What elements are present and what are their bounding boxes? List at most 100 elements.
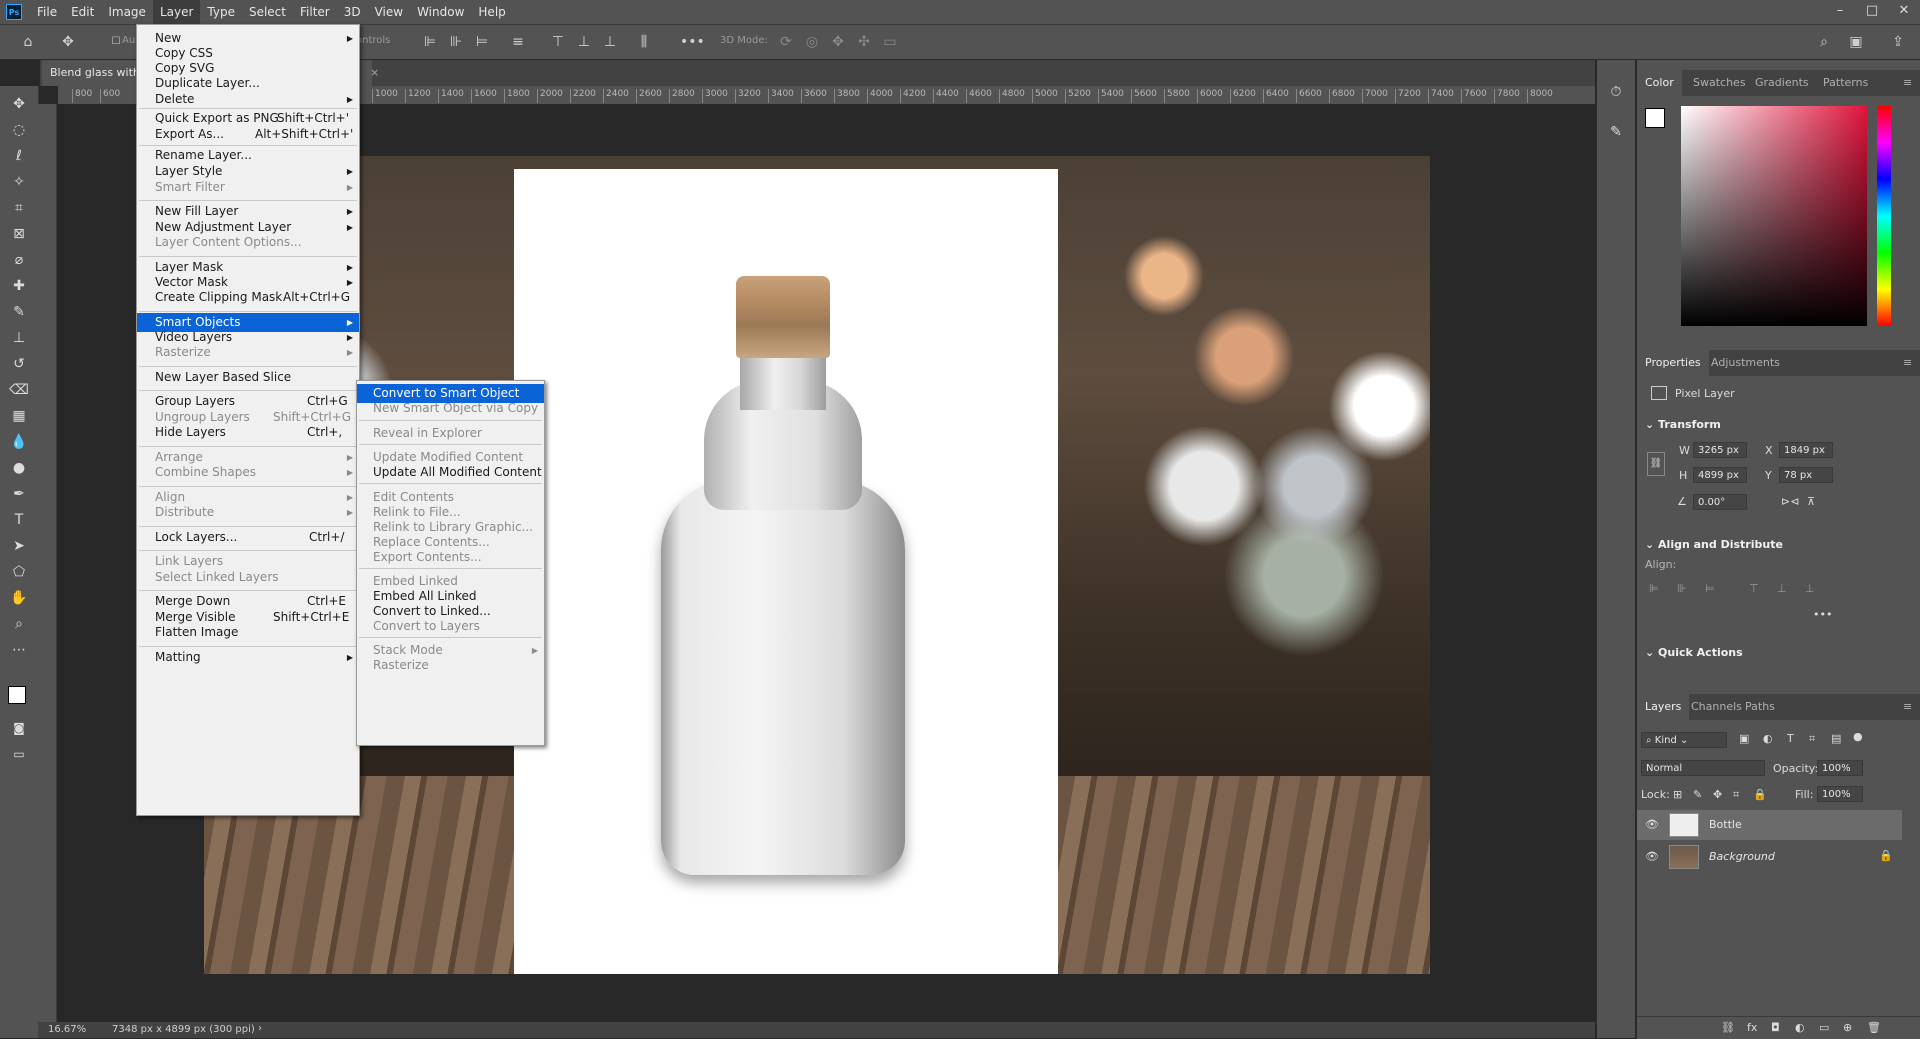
frame-tool-icon[interactable]: ⊠ [9,224,29,244]
align-left-edges-icon[interactable]: ⊫ [422,34,438,50]
panel-menu-icon[interactable]: ≡ [1895,70,1920,96]
filter-pixel-icon[interactable]: ▣ [1739,732,1749,745]
align-vertical-centers-icon[interactable]: ⊥ [576,34,592,50]
menu-file[interactable]: File [30,0,64,24]
tab-swatches[interactable]: Swatches [1685,70,1754,96]
section-toggle-transform[interactable]: ⌄ Transform [1645,418,1721,431]
distribute-icon[interactable]: ≡ [510,34,526,50]
crop-tool-icon[interactable]: ⌗ [9,198,29,218]
smart-objects-menu-item[interactable]: Export Contents... [357,548,544,567]
panel-menu-icon[interactable]: ≡ [1895,350,1920,376]
link-layers-icon[interactable]: ⛓ [1721,1021,1735,1034]
move-tool-icon[interactable]: ✥ [9,94,29,114]
menu-type[interactable]: Type [200,0,242,24]
layer-row-background[interactable]: 👁 Background 🔒 [1637,842,1902,872]
align-horizontal-centers-icon[interactable]: ⊪ [448,34,464,50]
layer-visibility-eye-icon[interactable]: 👁 [1645,818,1659,831]
layer-menu-item[interactable]: Combine Shapes ▶ [137,463,359,482]
align-right-icon[interactable]: ⊨ [1705,582,1715,595]
magic-wand-tool-icon[interactable]: ✧ [9,172,29,192]
eyedropper-tool-icon[interactable]: ⌀ [9,250,29,270]
lock-position-icon[interactable]: ✥ [1713,788,1722,801]
align-right-edges-icon[interactable]: ⊨ [474,34,490,50]
layer-menu-item[interactable]: Hide Layers Ctrl+, [137,423,359,442]
3d-slide-icon[interactable]: ✣ [856,34,872,50]
menu-edit[interactable]: Edit [64,0,101,24]
blend-mode-select[interactable]: Normal [1641,760,1765,776]
screen-mode-icon[interactable]: ▭ [9,744,29,764]
layer-menu-item[interactable]: Rasterize ▶ [137,343,359,362]
color-picker-field[interactable] [1681,106,1867,326]
maximize-button[interactable]: □ [1856,0,1888,24]
filter-type-icon[interactable]: T [1787,732,1794,745]
smart-objects-menu-item[interactable]: Rasterize [357,656,544,675]
lock-transparent-pixels-icon[interactable]: ⊞ [1673,788,1682,801]
hand-tool-icon[interactable]: ✋ [9,588,29,608]
layer-menu-item[interactable]: Lock Layers... Ctrl+/ [137,528,359,547]
tab-color[interactable]: Color [1637,70,1682,96]
link-dimensions-icon[interactable]: ⛓ [1647,452,1665,476]
tab-properties[interactable]: Properties [1637,350,1709,376]
more-align-options-icon[interactable]: ••• [1813,608,1832,621]
lock-all-icon[interactable]: 🔒 [1753,788,1767,801]
share-icon[interactable]: ⇪ [1890,34,1906,50]
width-field[interactable]: 3265 px [1693,442,1747,458]
3d-camera-icon[interactable]: ▭ [882,34,898,50]
menu-layer[interactable]: Layer [152,0,201,24]
fill-field[interactable]: 100% [1817,786,1863,802]
layer-row-bottle[interactable]: 👁 Bottle [1637,810,1902,840]
smart-objects-menu-item[interactable]: New Smart Object via Copy [357,399,544,418]
close-window-button[interactable]: ✕ [1888,0,1920,24]
menu-filter[interactable]: Filter [293,0,337,24]
workspace-icon[interactable]: ▣ [1848,34,1864,50]
filter-toggle-icon[interactable]: ● [1853,730,1863,743]
home-icon[interactable]: ⌂ [20,34,36,50]
gradient-tool-icon[interactable]: ▦ [9,406,29,426]
status-expand-icon[interactable]: › [258,1023,262,1034]
flip-horizontal-icon[interactable]: ⊳⊲ [1781,495,1799,508]
layer-menu-item[interactable]: Smart Filter ▶ [137,178,359,197]
layer-menu-item[interactable]: Matting ▶ [137,648,359,667]
shape-tool-icon[interactable]: ⬠ [9,562,29,582]
menu-image[interactable]: Image [101,0,153,24]
layer-visibility-eye-icon[interactable]: 👁 [1645,850,1659,863]
healing-brush-tool-icon[interactable]: ✚ [9,276,29,296]
align-top-icon[interactable]: ⊤ [1749,582,1759,595]
edit-toolbar-icon[interactable]: ⋯ [9,640,29,660]
filter-shape-icon[interactable]: ⌗ [1809,732,1815,746]
marquee-tool-icon[interactable]: ◌ [9,120,29,140]
panel-menu-icon[interactable]: ≡ [1895,694,1920,720]
clone-stamp-tool-icon[interactable]: ⊥ [9,328,29,348]
eraser-tool-icon[interactable]: ⌫ [9,380,29,400]
hue-slider[interactable] [1877,106,1891,326]
type-tool-icon[interactable]: T [9,510,29,530]
menu-select[interactable]: Select [242,0,293,24]
layer-menu-item[interactable]: New Layer Based Slice [137,368,359,387]
tab-gradients[interactable]: Gradients [1747,70,1817,96]
menu-help[interactable]: Help [471,0,512,24]
section-toggle-quick-actions[interactable]: ⌄ Quick Actions [1645,646,1743,659]
x-field[interactable]: 1849 px [1779,442,1833,458]
menu-window[interactable]: Window [410,0,471,24]
move-tool-icon[interactable]: ✥ [60,34,76,50]
menu-3d[interactable]: 3D [337,0,368,24]
menu-view[interactable]: View [368,0,410,24]
align-center-icon[interactable]: ⊪ [1677,582,1687,595]
layer-filter-kind-select[interactable]: ⌕ Kind ⌄ [1641,732,1727,748]
tab-layers[interactable]: Layers [1637,694,1690,720]
height-field[interactable]: 4899 px [1693,467,1747,483]
delete-layer-icon[interactable]: 🗑 [1867,1021,1881,1034]
new-layer-icon[interactable]: ⊕ [1843,1021,1852,1034]
zoom-tool-icon[interactable]: ⌕ [9,614,29,634]
align-top-edges-icon[interactable]: ⊤ [550,34,566,50]
flip-vertical-icon[interactable]: ⊼ [1807,495,1815,508]
dodge-tool-icon[interactable]: ● [9,458,29,478]
3d-orbit-icon[interactable]: ⟳ [778,34,794,50]
distribute-vertical-icon[interactable]: ⫼ [636,34,652,50]
path-selection-tool-icon[interactable]: ➤ [9,536,29,556]
minimize-button[interactable]: – [1824,0,1856,24]
layer-menu-item[interactable]: Create Clipping Mask Alt+Ctrl+G [137,288,359,307]
lasso-tool-icon[interactable]: ℓ [9,146,29,166]
3d-roll-icon[interactable]: ◎ [804,34,820,50]
layer-menu-item[interactable]: Select Linked Layers [137,568,359,587]
